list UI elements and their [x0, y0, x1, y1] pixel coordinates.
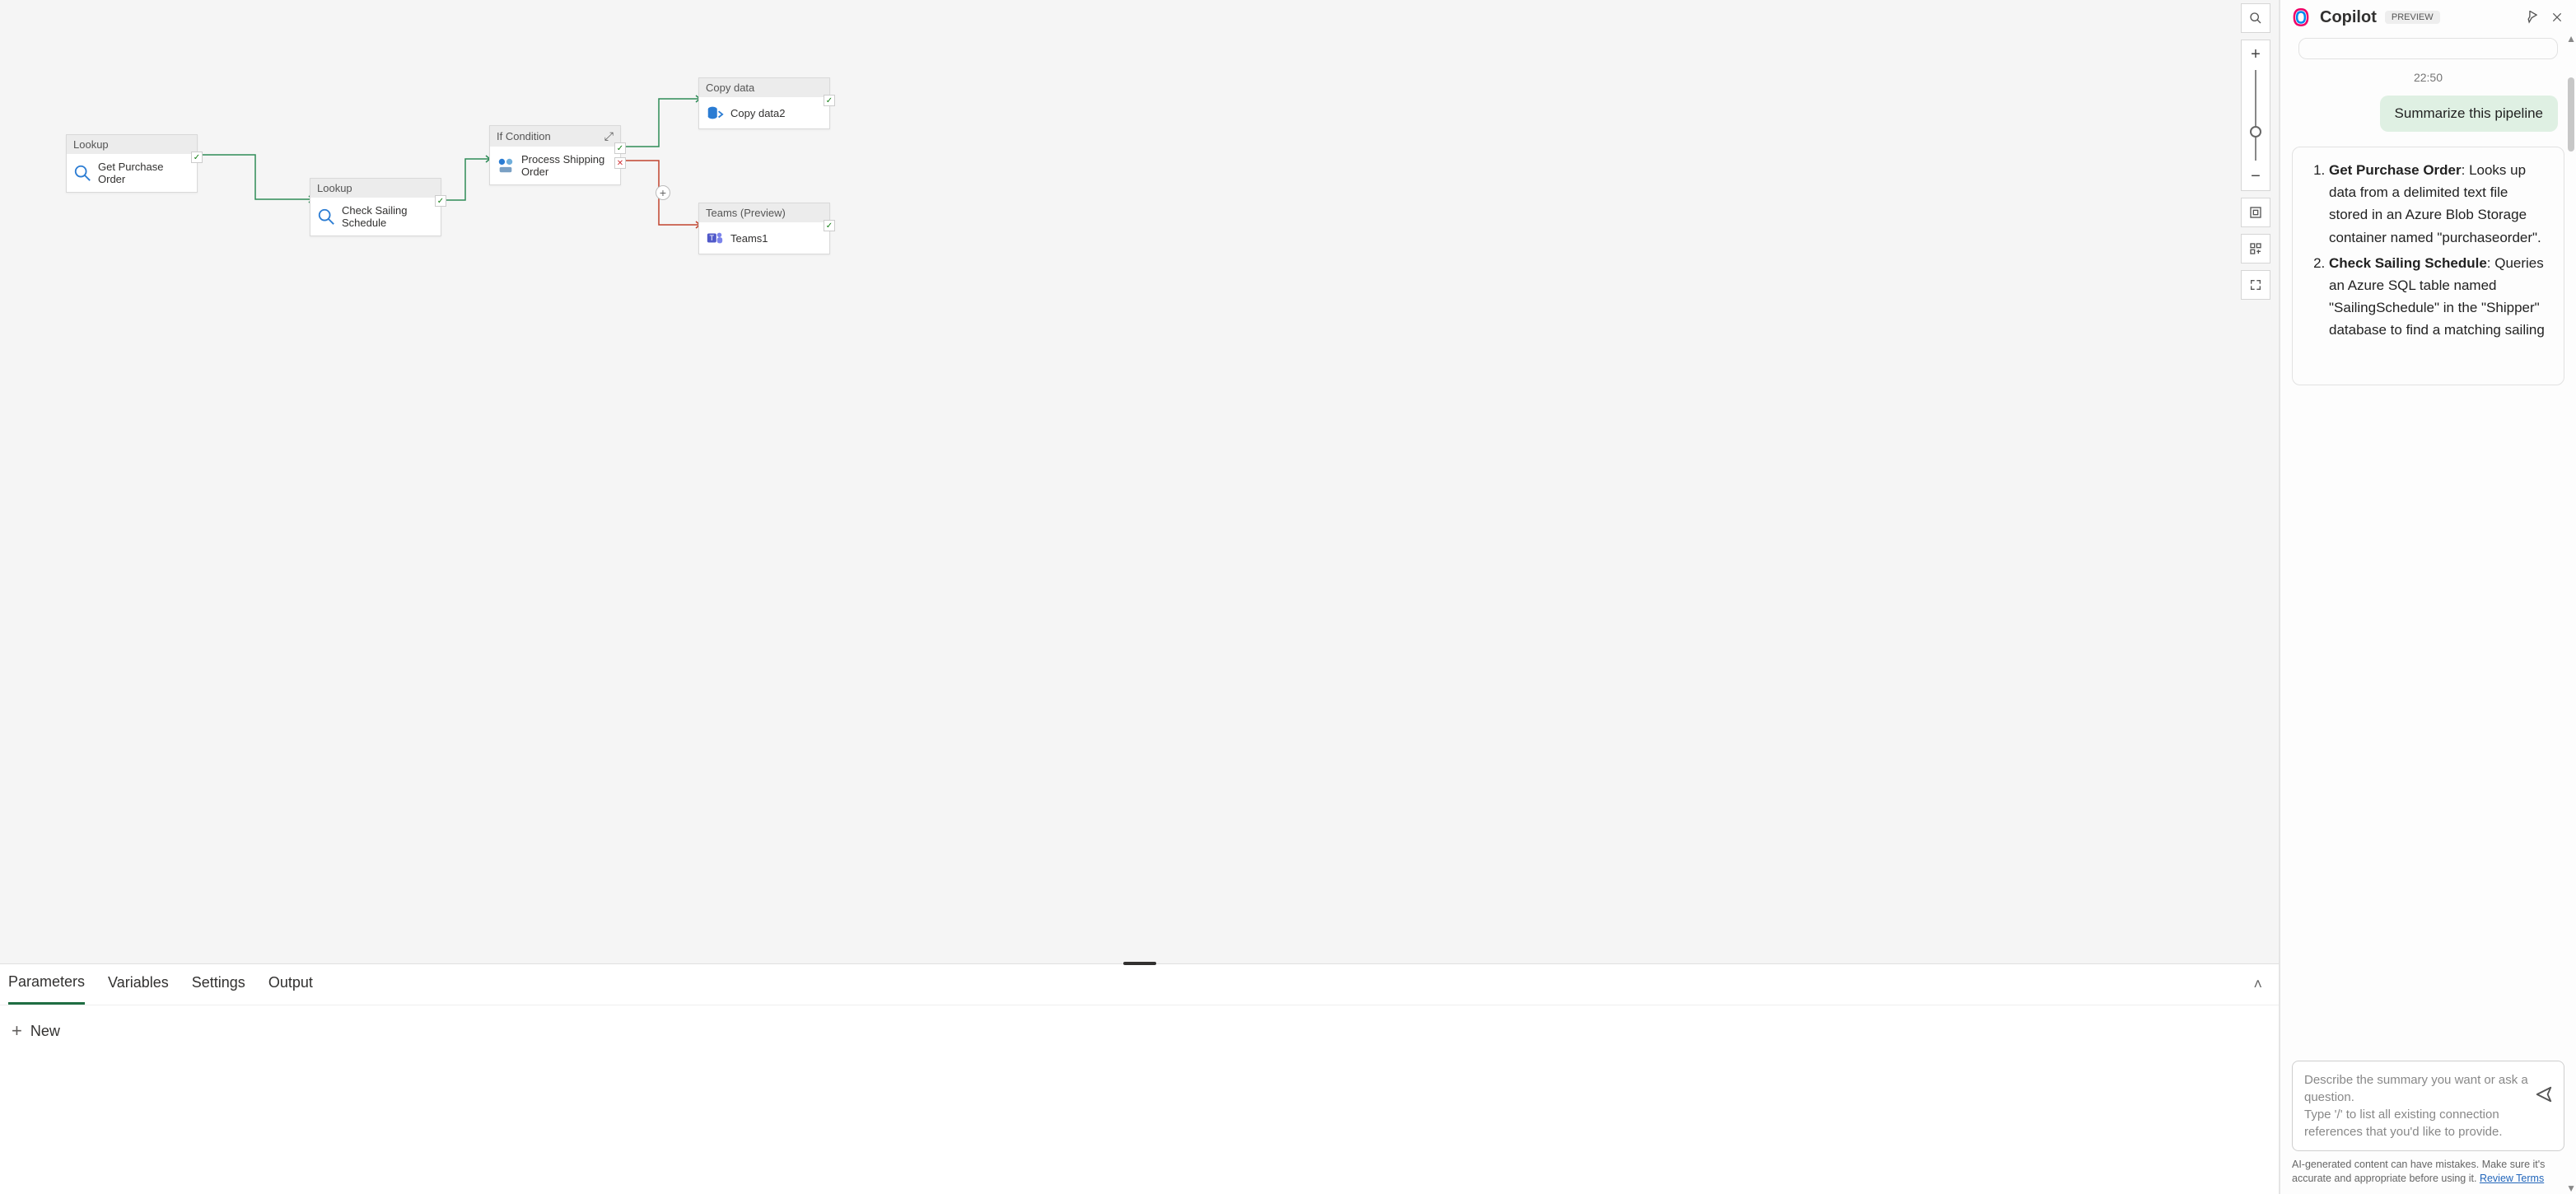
assistant-message: Get Purchase Order: Looks up data from a… — [2292, 147, 2564, 385]
tab-settings[interactable]: Settings — [192, 966, 245, 1003]
send-button[interactable] — [2533, 1084, 2555, 1105]
pin-icon — [2524, 11, 2537, 24]
zoom-in-button[interactable]: + — [2242, 44, 2270, 65]
pin-button[interactable] — [2522, 8, 2540, 26]
message-timestamp: 22:50 — [2292, 71, 2564, 84]
add-branch-button[interactable]: + — [656, 185, 670, 200]
summary-item-2: Check Sailing Schedule: Queries an Azure… — [2329, 252, 2550, 342]
copilot-title: Copilot — [2320, 8, 2377, 27]
zoom-track[interactable] — [2255, 70, 2256, 161]
copilot-input[interactable]: Describe the summary you want or ask a q… — [2292, 1061, 2564, 1151]
status-success-icon: ✓ — [435, 195, 446, 207]
app-root: Lookup Get Purchase Order ✓ Lookup Check… — [0, 0, 2576, 1194]
close-icon — [2551, 12, 2563, 23]
collapse-panel-button[interactable]: ˄ — [2253, 976, 2262, 993]
auto-layout-button[interactable] — [2241, 234, 2270, 264]
layout-icon — [2249, 242, 2262, 255]
pipeline-canvas-area: Lookup Get Purchase Order ✓ Lookup Check… — [0, 0, 2280, 1194]
new-parameter-button[interactable]: + New — [12, 1020, 60, 1042]
search-icon — [2249, 12, 2262, 25]
teams-icon: T — [706, 229, 724, 247]
status-success-icon: ✓ — [824, 220, 835, 231]
connector-1 — [198, 155, 313, 204]
send-icon — [2535, 1085, 2553, 1103]
input-placeholder-line1: Describe the summary you want or ask a q… — [2304, 1073, 2528, 1104]
new-button-label: New — [30, 1023, 60, 1040]
fit-icon — [2249, 206, 2262, 219]
node-title: Check Sailing Schedule — [342, 204, 434, 229]
review-terms-link[interactable]: Review Terms — [2480, 1173, 2544, 1184]
copilot-scrollbar[interactable]: ▲ ▼ — [2568, 33, 2574, 1194]
zoom-slider[interactable]: + − — [2241, 40, 2270, 191]
plus-icon: + — [12, 1020, 22, 1042]
pipeline-canvas[interactable]: Lookup Get Purchase Order ✓ Lookup Check… — [0, 0, 2279, 963]
bottom-tabs: Parameters Variables Settings Output ˄ — [0, 964, 2279, 1005]
if-condition-icon — [497, 156, 515, 175]
previous-card-partial — [2298, 38, 2558, 59]
preview-badge: PREVIEW — [2385, 11, 2440, 24]
copilot-logo-icon — [2290, 7, 2312, 28]
tab-variables[interactable]: Variables — [108, 966, 169, 1003]
copilot-input-area: Describe the summary you want or ask a q… — [2280, 1052, 2576, 1151]
node-type-label: Teams (Preview) — [706, 207, 786, 219]
fullscreen-icon — [2249, 278, 2262, 292]
connector-2 — [445, 159, 494, 208]
node-title: Teams1 — [730, 232, 768, 245]
close-button[interactable] — [2548, 8, 2566, 26]
copilot-body: 22:50 Summarize this pipeline Get Purcha… — [2280, 35, 2576, 1052]
node-process-shipping-order[interactable]: If Condition ⤢ Process Shipping Order ✓ … — [489, 125, 621, 185]
tab-parameters[interactable]: Parameters — [8, 965, 85, 1005]
node-type-label: If Condition — [497, 130, 551, 142]
node-title: Process Shipping Order — [521, 153, 614, 178]
scroll-up-icon[interactable]: ▲ — [2566, 33, 2576, 44]
node-check-sailing-schedule[interactable]: Lookup Check Sailing Schedule ✓ — [310, 178, 441, 236]
svg-text:T: T — [710, 234, 715, 242]
zoom-out-button[interactable]: − — [2242, 166, 2270, 187]
copilot-header: Copilot PREVIEW — [2280, 0, 2576, 35]
search-button[interactable] — [2241, 3, 2270, 33]
copy-data-icon — [706, 104, 724, 122]
panel-body: + New — [0, 1005, 2279, 1056]
expand-icon[interactable]: ⤢ — [604, 129, 614, 143]
status-success-icon: ✓ — [191, 152, 203, 163]
scroll-thumb[interactable] — [2568, 77, 2574, 152]
status-failure-icon: ✕ — [614, 157, 626, 169]
zoom-thumb[interactable] — [2250, 126, 2261, 138]
fit-to-screen-button[interactable] — [2241, 198, 2270, 227]
node-copy-data2[interactable]: Copy data Copy data2 ✓ — [698, 77, 830, 129]
lookup-icon — [317, 208, 335, 226]
bottom-panel: Parameters Variables Settings Output ˄ +… — [0, 963, 2279, 1194]
user-message: Summarize this pipeline — [2380, 96, 2558, 132]
node-type-label: Copy data — [706, 82, 754, 94]
input-placeholder-line2: Type '/' to list all existing connection… — [2304, 1108, 2503, 1139]
canvas-toolbar: + − — [2241, 3, 2270, 300]
lookup-icon — [73, 164, 91, 182]
fullscreen-button[interactable] — [2241, 270, 2270, 300]
scroll-down-icon[interactable]: ▼ — [2566, 1182, 2576, 1194]
node-type-label: Lookup — [317, 182, 352, 194]
tab-output[interactable]: Output — [268, 966, 313, 1003]
node-title: Get Purchase Order — [98, 161, 190, 185]
summary-item-1: Get Purchase Order: Looks up data from a… — [2329, 159, 2550, 249]
node-title: Copy data2 — [730, 107, 786, 119]
copilot-footer: AI-generated content can have mistakes. … — [2280, 1151, 2576, 1194]
status-success-icon: ✓ — [824, 95, 835, 106]
status-success-icon: ✓ — [614, 142, 626, 154]
copilot-panel: Copilot PREVIEW 22:50 Summarize this pip… — [2280, 0, 2576, 1194]
node-teams1[interactable]: Teams (Preview) T Teams1 ✓ — [698, 203, 830, 254]
connector-3 — [626, 99, 700, 156]
node-type-label: Lookup — [73, 138, 109, 151]
node-get-purchase-order[interactable]: Lookup Get Purchase Order ✓ — [66, 134, 198, 193]
